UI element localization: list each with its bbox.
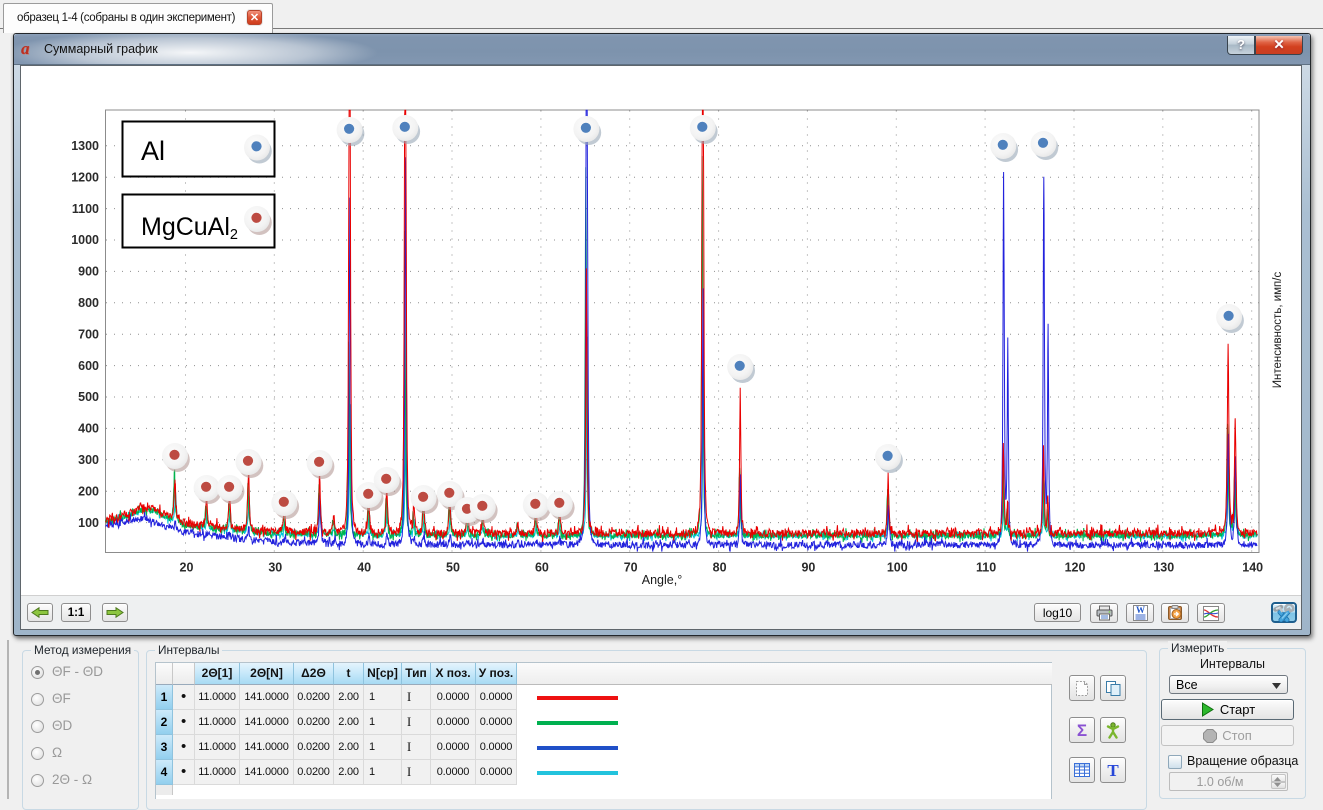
- svg-text:500: 500: [78, 390, 99, 404]
- svg-text:1300: 1300: [71, 139, 99, 153]
- svg-text:130: 130: [1153, 561, 1174, 575]
- svg-text:Angle,°: Angle,°: [642, 573, 682, 587]
- svg-text:Al: Al: [141, 136, 165, 166]
- svg-text:120: 120: [1065, 561, 1086, 575]
- svg-text:400: 400: [78, 422, 99, 436]
- svg-text:60: 60: [535, 561, 549, 575]
- svg-text:90: 90: [801, 561, 815, 575]
- svg-text:80: 80: [713, 561, 727, 575]
- svg-text:50: 50: [446, 561, 460, 575]
- svg-text:800: 800: [78, 296, 99, 310]
- svg-text:200: 200: [78, 484, 99, 498]
- svg-text:700: 700: [78, 327, 99, 341]
- svg-text:1100: 1100: [72, 202, 99, 216]
- svg-text:Интенсивность, имп/с: Интенсивность, имп/с: [1272, 272, 1284, 389]
- svg-text:110: 110: [976, 561, 996, 575]
- svg-text:300: 300: [78, 453, 99, 467]
- svg-text:900: 900: [78, 265, 99, 279]
- svg-text:100: 100: [887, 561, 908, 575]
- svg-text:70: 70: [624, 561, 638, 575]
- svg-text:20: 20: [180, 561, 194, 575]
- svg-text:30: 30: [268, 561, 282, 575]
- svg-text:140: 140: [1242, 561, 1263, 575]
- svg-text:600: 600: [78, 359, 99, 373]
- svg-text:W: W: [1136, 605, 1145, 615]
- svg-text:40: 40: [357, 561, 371, 575]
- svg-text:1200: 1200: [71, 170, 99, 184]
- svg-text:1000: 1000: [71, 233, 99, 247]
- svg-text:100: 100: [78, 516, 99, 530]
- svg-text:MgCuAl2: MgCuAl2: [141, 213, 238, 243]
